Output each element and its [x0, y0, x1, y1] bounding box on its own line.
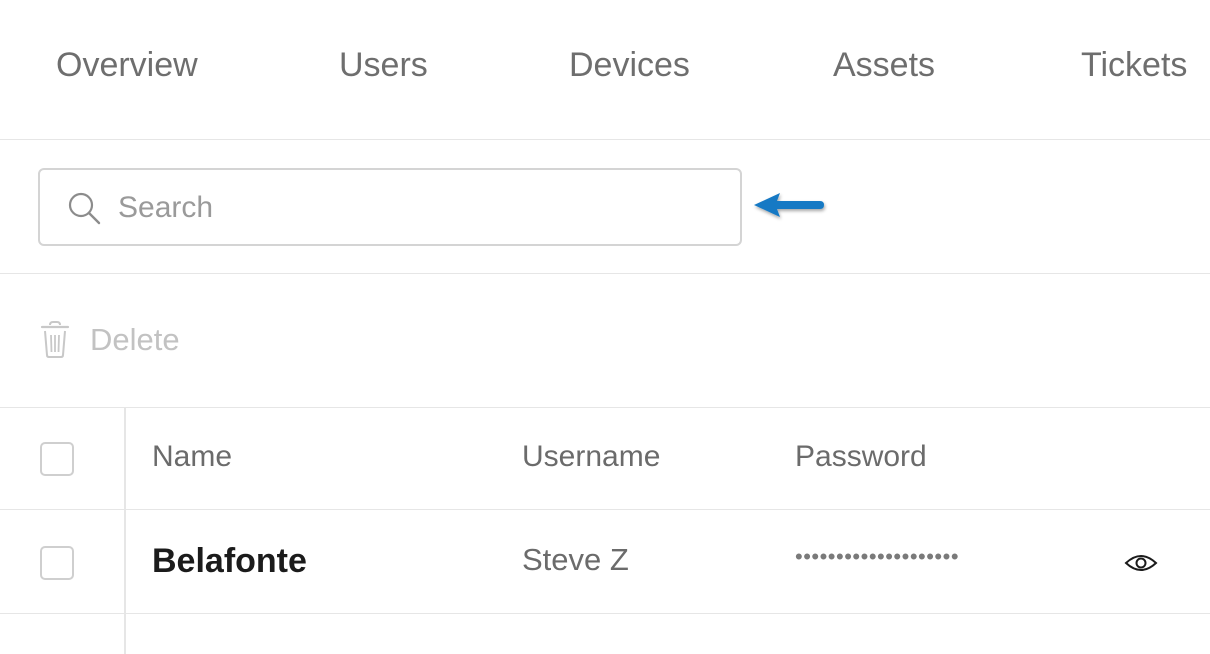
tab-users[interactable]: Users [339, 46, 428, 85]
delete-label: Delete [90, 322, 180, 357]
row-checkbox[interactable] [40, 546, 74, 580]
credentials-table: Name Username Password Belafonte Steve Z… [0, 408, 1210, 654]
column-header-password[interactable]: Password [795, 440, 927, 474]
tab-bar: Overview Users Devices Assets Tickets [0, 0, 1210, 140]
page: Overview Users Devices Assets Tickets Se… [0, 0, 1210, 654]
tab-overview[interactable]: Overview [56, 46, 198, 85]
tab-tickets[interactable]: Tickets [1081, 46, 1187, 85]
search-box[interactable] [38, 168, 742, 246]
search-input[interactable] [118, 184, 718, 232]
tab-devices[interactable]: Devices [569, 46, 690, 85]
eye-icon[interactable] [1124, 552, 1158, 574]
arrow-left-icon [754, 193, 824, 217]
toolbar: Delete [0, 274, 1210, 408]
tab-assets[interactable]: Assets [833, 46, 935, 85]
delete-button[interactable]: Delete [40, 318, 180, 362]
column-header-username[interactable]: Username [522, 440, 660, 474]
cell-password: •••••••••••••••••••• [795, 544, 960, 569]
select-all-checkbox[interactable] [40, 442, 74, 476]
cell-username: Steve Z [522, 542, 629, 577]
search-row [0, 140, 1210, 274]
column-header-name[interactable]: Name [152, 440, 232, 474]
cell-name[interactable]: Belafonte [152, 542, 307, 581]
trash-icon [40, 321, 70, 358]
table-row[interactable]: Belafonte Steve Z •••••••••••••••••••• [0, 510, 1210, 614]
search-icon [68, 192, 101, 225]
table-header-row: Name Username Password [0, 408, 1210, 510]
